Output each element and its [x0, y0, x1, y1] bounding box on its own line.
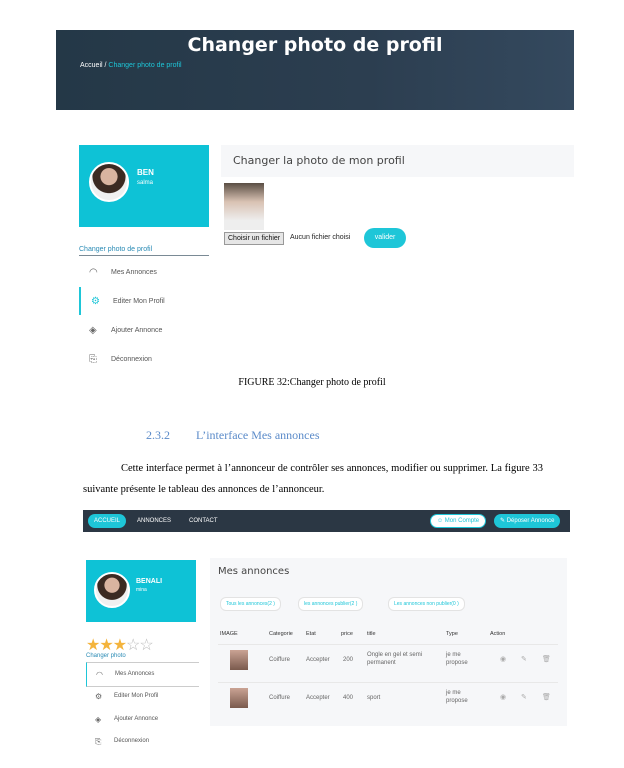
sidebar-item-label: Editer Mon Profil [114, 693, 159, 699]
panel-header: Changer la photo de mon profil [221, 145, 574, 177]
breadcrumb: Accueil / Changer photo de profil [80, 62, 182, 69]
panel-title: Changer la photo de mon profil [233, 154, 405, 167]
cell-categorie: Coiffure [269, 695, 290, 701]
tab-all-ads[interactable]: Tous les annonces(2 ) [220, 597, 281, 611]
trash-icon[interactable]: 🗑 [542, 693, 551, 701]
ad-thumbnail [230, 688, 248, 708]
sidebar-item-label: Editer Mon Profil [113, 298, 165, 305]
my-account-button[interactable]: ☺ Mon Compte [430, 514, 487, 528]
nav-contact[interactable]: CONTACT [189, 514, 218, 528]
star-filled-icon: ★ [86, 637, 100, 654]
panel-title: Mes annonces [218, 566, 290, 577]
nav-accueil[interactable]: ACCUEIL [88, 514, 127, 528]
nav-annonces[interactable]: ANNONCES [137, 514, 171, 528]
sidebar-item-ajouter-annonce[interactable]: ◈ Ajouter Annonce [86, 708, 198, 731]
post-ad-label: Déposer Annonce [506, 518, 555, 524]
sidebar-item-mes-annonces[interactable]: ◠ Mes Annonces [86, 662, 199, 687]
cell-etat: Accepter [306, 695, 330, 701]
sidebar-item-editer-profil[interactable]: ⚙ Editer Mon Profil [86, 685, 198, 708]
cell-type: je me propose [446, 690, 468, 704]
profile-card: BENALI mina [86, 560, 196, 622]
section-number: 2.3.2 [146, 428, 170, 442]
top-navbar: ACCUEIL ANNONCES CONTACT ☺ Mon Compte ✎ … [83, 510, 570, 532]
cell-price: 200 [343, 657, 354, 663]
sidebar-item-label: Ajouter Annonce [114, 716, 159, 722]
profile-subname: salma [137, 180, 154, 186]
logout-icon: ⎘ [89, 354, 97, 365]
section-heading: 2.3.2 L’interface Mes annonces [146, 428, 346, 443]
avatar [94, 572, 130, 608]
breadcrumb-current: Changer photo de profil [108, 62, 182, 69]
column-header: title [367, 631, 376, 637]
tab-published-ads[interactable]: les annonces publier(2 ) [298, 597, 364, 611]
table-row: Coiffure Accepter 200 Ongle en gel et se… [218, 644, 558, 675]
star-filled-icon: ★ [112, 637, 127, 654]
table-row: Coiffure Accepter 400 sport je me propos… [218, 682, 558, 713]
column-header: price [341, 631, 353, 637]
cell-categorie: Coiffure [269, 657, 290, 663]
profile-name: BENALI [136, 578, 163, 585]
layers-icon: ◈ [89, 325, 97, 336]
profile-subname: mina [136, 587, 147, 593]
logout-icon: ⎘ [95, 737, 102, 746]
star-filled-icon: ★ [99, 637, 113, 654]
ad-thumbnail [230, 650, 248, 670]
file-status: Aucun fichier choisi [290, 234, 351, 241]
profile-name: BEN [137, 168, 154, 177]
sidebar-heading[interactable]: Changer photo [86, 653, 126, 659]
tab-unpublished-ads[interactable]: Les annonces non publier(0 ) [388, 597, 465, 611]
choose-file-button[interactable]: Choisir un fichier [224, 232, 285, 245]
cell-type: je me propose [446, 652, 468, 666]
cell-etat: Accepter [306, 657, 330, 663]
star-empty-icon: ☆ [126, 637, 140, 654]
sidebar-item-deconnexion[interactable]: ⎘ Déconnexion [86, 730, 198, 753]
sidebar-item-editer-profil[interactable]: ⚙ Editer Mon Profil [79, 287, 211, 315]
edit-icon: ✎ [500, 518, 507, 524]
sidebar-item-label: Mes Annonces [115, 671, 155, 677]
gear-icon: ⚙ [95, 692, 103, 701]
cell-price: 400 [343, 695, 354, 701]
view-icon[interactable]: ◉ [500, 655, 506, 663]
star-empty-icon: ☆ [139, 637, 153, 654]
my-account-label: Mon Compte [444, 518, 480, 524]
cell-title: sport [367, 695, 381, 701]
figure-caption: FIGURE 32:Changer photo de profil [238, 377, 386, 388]
sidebar-item-mes-annonces[interactable]: ◠ Mes Annonces [79, 258, 209, 286]
dashboard-icon: ◠ [89, 267, 98, 278]
validate-button[interactable]: valider [364, 228, 406, 248]
layers-icon: ◈ [95, 715, 102, 724]
sidebar-item-label: Déconnexion [111, 356, 152, 363]
dashboard-icon: ◠ [96, 670, 103, 679]
column-header: IMAGE [220, 631, 238, 637]
edit-icon[interactable]: ✎ [521, 693, 527, 701]
section-title: L’interface Mes annonces [196, 428, 320, 442]
column-header: Etat [306, 631, 316, 637]
sidebar-item-deconnexion[interactable]: ⎘ Déconnexion [79, 345, 209, 373]
post-ad-button[interactable]: ✎ Déposer Annonce [494, 514, 561, 528]
user-icon: ☺ [437, 518, 445, 524]
sidebar-item-label: Ajouter Annonce [111, 327, 163, 334]
column-header: Type [446, 631, 458, 637]
trash-icon[interactable]: 🗑 [542, 655, 551, 663]
profile-card: BEN salma [79, 145, 209, 227]
gear-icon: ⚙ [91, 296, 100, 307]
view-icon[interactable]: ◉ [500, 693, 506, 701]
breadcrumb-home[interactable]: Accueil / [80, 62, 106, 69]
sidebar-item-label: Déconnexion [114, 738, 150, 744]
page-header-banner: Changer photo de profil Accueil / Change… [56, 30, 574, 110]
column-header: Action [490, 631, 506, 637]
sidebar-item-ajouter-annonce[interactable]: ◈ Ajouter Annonce [79, 316, 209, 344]
sidebar-item-label: Mes Annonces [111, 269, 157, 276]
edit-icon[interactable]: ✎ [521, 655, 527, 663]
page-title: Changer photo de profil [187, 34, 443, 56]
avatar [89, 162, 129, 202]
body-paragraph: Cette interface permet à l’annonceur de … [83, 463, 543, 495]
ads-panel: Mes annonces Tous les annonces(2 ) les a… [210, 558, 567, 726]
cell-title: Ongle en gel et semi permanent [367, 652, 423, 666]
rating-stars: ★★★☆☆ [86, 635, 154, 655]
sidebar-heading[interactable]: Changer photo de profil [79, 246, 209, 256]
profile-photo-preview [224, 183, 264, 230]
column-header: Categorie [269, 631, 293, 637]
